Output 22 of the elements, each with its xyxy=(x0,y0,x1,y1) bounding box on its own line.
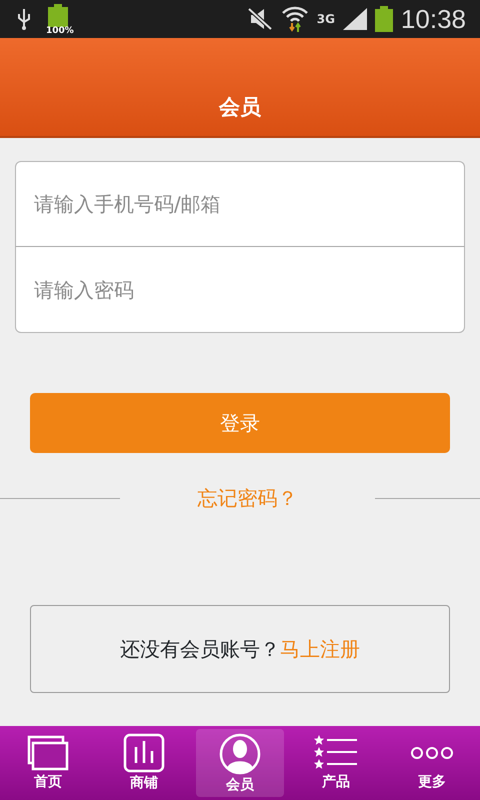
clock: 10:38 xyxy=(400,6,466,32)
star-list-icon xyxy=(314,734,358,772)
tab[interactable]: 产品 xyxy=(292,729,380,797)
tab[interactable]: 更多 xyxy=(388,729,476,797)
wifi-icon xyxy=(280,5,309,33)
page-title: 会员 xyxy=(219,95,261,119)
usb-icon xyxy=(16,7,32,31)
windows-icon xyxy=(27,734,69,770)
battery-percent: 100% xyxy=(45,27,75,36)
mute-icon xyxy=(246,8,273,30)
account-field[interactable]: 请输入手机号码/邮箱 xyxy=(15,161,465,247)
register-prompt: 还没有会员账号？ xyxy=(120,636,280,663)
user-icon xyxy=(219,733,261,775)
battery-icon xyxy=(374,6,393,32)
tab[interactable]: 首页 xyxy=(4,729,92,797)
bar-chart-icon xyxy=(123,733,165,773)
network-type: 3G xyxy=(316,11,335,28)
signal-icon xyxy=(342,8,367,30)
tab[interactable]: 商铺 xyxy=(100,729,188,797)
password-field[interactable]: 请输入密码 xyxy=(15,247,465,333)
tab[interactable]: 会员 xyxy=(196,729,284,797)
more-icon xyxy=(410,746,454,760)
